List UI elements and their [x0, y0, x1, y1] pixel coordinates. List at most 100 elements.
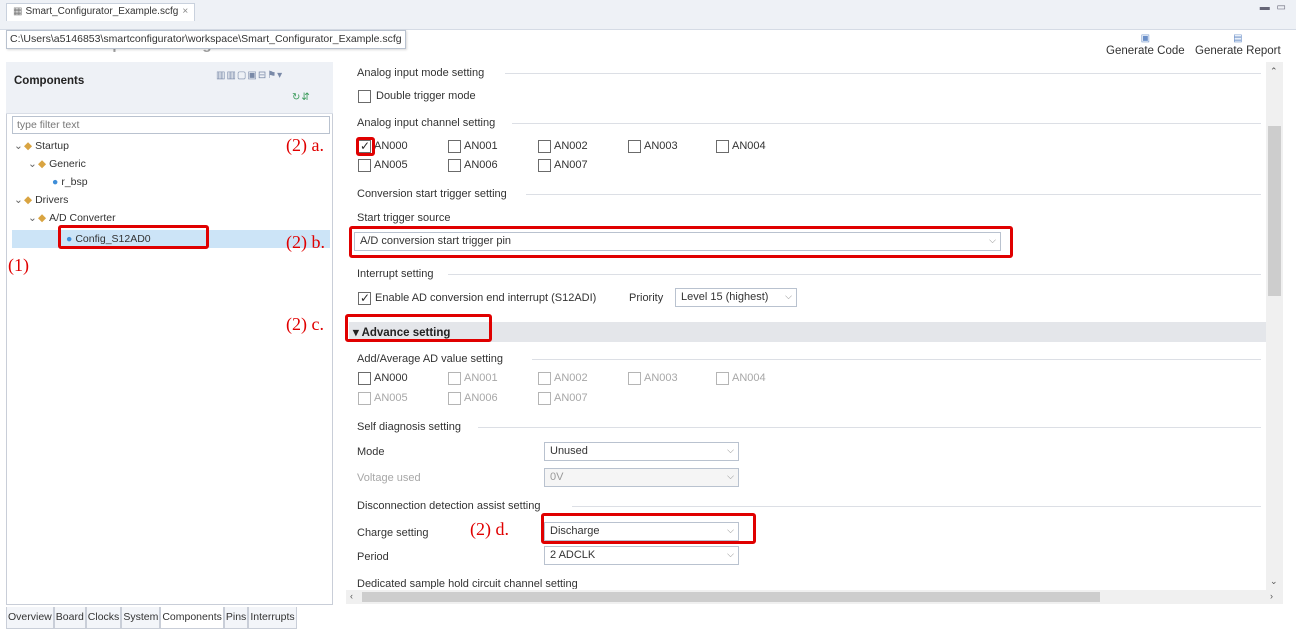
mode-value: Unused — [550, 445, 588, 457]
channel-label: AN001 — [464, 372, 498, 384]
sync-toolbar[interactable]: ↻⇵ — [292, 92, 311, 103]
add-average-heading: Add/Average AD value setting — [357, 353, 503, 365]
an002-checkbox[interactable] — [538, 140, 551, 153]
highlight-box-advance — [345, 314, 492, 342]
priority-select[interactable]: Level 15 (highest) ⌵ — [675, 288, 797, 307]
enable-interrupt-label: Enable AD conversion end interrupt (S12A… — [375, 292, 597, 304]
view-menu-icon[interactable]: ▾ — [277, 70, 283, 81]
view-icon[interactable]: ▣ — [247, 70, 257, 81]
collapse-all-icon[interactable]: ⊟ — [258, 70, 267, 81]
mode-label: Mode — [357, 446, 385, 458]
an005-checkbox[interactable] — [358, 159, 371, 172]
annotation-step2a: (2) a. — [286, 135, 324, 155]
generate-report-icon: ▤ — [1233, 33, 1243, 44]
components-panel-header — [6, 62, 333, 114]
scroll-down-icon[interactable]: ⌄ — [1270, 576, 1278, 587]
priority-value: Level 15 (highest) — [681, 291, 769, 303]
dedicated-sample-hold-heading: Dedicated sample hold circuit channel se… — [357, 578, 578, 589]
chevron-down-icon[interactable]: ⌄ — [14, 138, 24, 154]
priority-label: Priority — [629, 292, 664, 304]
copy-icon[interactable]: ▢ — [237, 70, 247, 81]
folder-icon: ◆ — [24, 140, 33, 152]
an006-checkbox[interactable] — [448, 159, 461, 172]
avg-an002-checkbox — [538, 372, 551, 385]
file-icon: ▦ — [13, 6, 23, 17]
channel-label: AN000 — [374, 372, 408, 384]
double-trigger-checkbox[interactable] — [358, 90, 371, 103]
an003-checkbox[interactable] — [628, 140, 641, 153]
link-icon[interactable]: ⇵ — [301, 92, 310, 103]
channel-label: AN000 — [374, 140, 408, 152]
generate-code-button[interactable]: ▣ Generate Code — [1106, 33, 1185, 57]
tab-system[interactable]: System — [121, 607, 161, 629]
enable-interrupt-checkbox[interactable]: ✓ — [358, 292, 371, 305]
file-path-tooltip: C:\Users\a5146853\smartconfigurator\work… — [6, 30, 406, 49]
tab-interrupts[interactable]: Interrupts — [248, 607, 297, 629]
chevron-down-icon[interactable]: ⌄ — [14, 192, 24, 208]
folder-icon: ◆ — [38, 158, 47, 170]
tree-item-startup[interactable]: ⌄◆ Startup — [14, 138, 69, 154]
channel-label: AN002 — [554, 372, 588, 384]
horizontal-scroll-thumb[interactable] — [362, 592, 1100, 602]
tab-overview[interactable]: Overview — [6, 607, 54, 629]
folder-icon: ◆ — [38, 212, 47, 224]
filter-icon[interactable]: ⚑ — [267, 70, 277, 81]
tree-item-label: Drivers — [35, 194, 69, 206]
tree-item-generic[interactable]: ⌄◆ Generic — [28, 156, 86, 172]
an004-checkbox[interactable] — [716, 140, 729, 153]
remove-component-icon[interactable]: ▥ — [226, 70, 236, 81]
mode-select[interactable]: Unused ⌵ — [544, 442, 739, 461]
filter-input[interactable] — [12, 116, 330, 134]
tab-components[interactable]: Components — [160, 607, 224, 629]
minimize-icon[interactable]: ▬ — [1260, 2, 1272, 13]
scroll-up-icon[interactable]: ⌃ — [1270, 66, 1278, 77]
double-trigger-label: Double trigger mode — [376, 90, 476, 102]
analog-input-channel-heading: Analog input channel setting — [357, 117, 496, 129]
tree-item-drivers[interactable]: ⌄◆ Drivers — [14, 192, 68, 208]
channel-label: AN006 — [464, 159, 498, 171]
window-controls[interactable]: ▬ ▭ — [1260, 2, 1288, 13]
tab-clocks[interactable]: Clocks — [85, 607, 122, 629]
an001-checkbox[interactable] — [448, 140, 461, 153]
period-select[interactable]: 2 ADCLK ⌵ — [544, 546, 739, 565]
channel-label: AN006 — [464, 392, 498, 404]
chevron-down-icon: ⌵ — [727, 445, 734, 455]
an007-checkbox[interactable] — [538, 159, 551, 172]
divider — [532, 359, 1261, 360]
chevron-down-icon[interactable]: ⌄ — [28, 210, 38, 226]
conversion-start-trigger-heading: Conversion start trigger setting — [357, 188, 507, 200]
tab-board[interactable]: Board — [53, 607, 86, 629]
scroll-left-icon[interactable]: ‹ — [350, 591, 353, 601]
avg-an003-checkbox — [628, 372, 641, 385]
charge-setting-label: Charge setting — [357, 527, 429, 539]
avg-an006-checkbox — [448, 392, 461, 405]
avg-an007-checkbox — [538, 392, 551, 405]
tab-pins[interactable]: Pins — [223, 607, 249, 629]
maximize-icon[interactable]: ▭ — [1277, 2, 1288, 13]
start-trigger-source-label: Start trigger source — [357, 212, 451, 224]
tree-item-ad-converter[interactable]: ⌄◆ A/D Converter — [28, 210, 116, 226]
vertical-scroll-thumb[interactable] — [1268, 126, 1281, 296]
chevron-down-icon: ⌵ — [727, 549, 734, 559]
components-toolbar[interactable]: ▥▥▢▣⊟⚑▾ — [216, 70, 283, 81]
scroll-right-icon[interactable]: › — [1270, 591, 1273, 601]
sync-icon[interactable]: ↻ — [292, 92, 301, 103]
generate-report-button[interactable]: ▤ Generate Report — [1195, 33, 1281, 57]
divider — [478, 427, 1261, 428]
tree-item-r-bsp[interactable]: ● r_bsp — [52, 174, 88, 190]
editor-tab[interactable]: ▦ Smart_Configurator_Example.scfg × — [6, 3, 196, 21]
close-tab-icon[interactable]: × — [182, 6, 188, 17]
divider — [526, 194, 1261, 195]
chevron-down-icon: ⌵ — [727, 471, 734, 481]
bottom-tab-bar: Overview Board Clocks System Components … — [6, 607, 297, 629]
generate-report-label: Generate Report — [1195, 45, 1281, 57]
channel-label: AN002 — [554, 140, 588, 152]
voltage-used-value: 0V — [550, 471, 564, 483]
chevron-down-icon[interactable]: ⌄ — [28, 156, 38, 172]
interrupt-heading: Interrupt setting — [357, 268, 434, 280]
add-component-icon[interactable]: ▥ — [216, 70, 226, 81]
avg-an004-checkbox — [716, 372, 729, 385]
chevron-down-icon: ⌵ — [785, 291, 792, 301]
avg-an000-checkbox[interactable] — [358, 372, 371, 385]
channel-label: AN005 — [374, 392, 408, 404]
